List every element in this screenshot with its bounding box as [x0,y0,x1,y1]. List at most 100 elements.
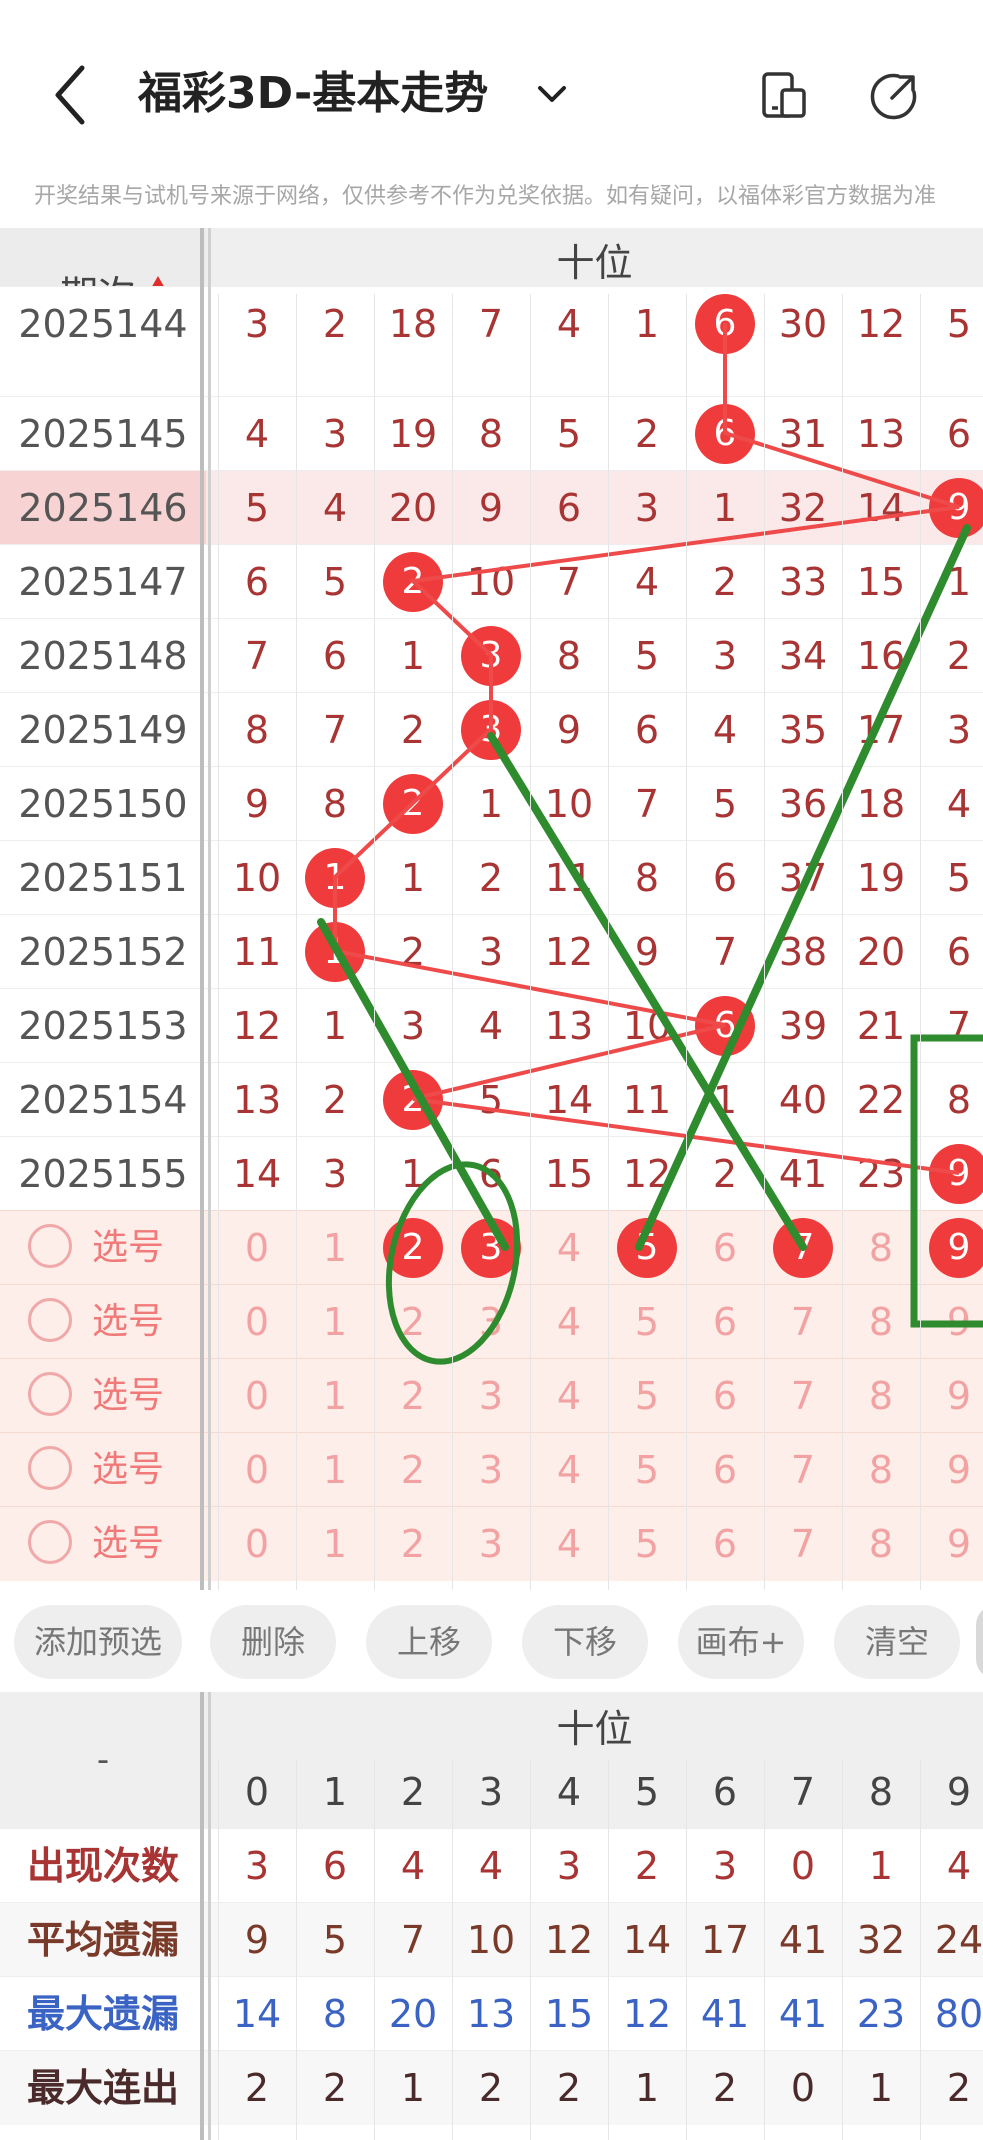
summary-value: 80 [934,1992,983,2036]
summary-digit-1: 1 [322,1770,348,1814]
summary-digit-6: 6 [712,1770,738,1814]
grid-line [920,294,921,1590]
summary-value: 1 [868,2066,894,2110]
toolbar-button[interactable]: 下移 [522,1605,648,1679]
summary-value: 17 [700,1918,750,1962]
summary-digit-8: 8 [868,1770,894,1814]
summary-value: 14 [232,1992,282,2036]
summary-row: 出现次数 3 6 4 4 3 2 3 0 1 4 [0,1828,983,1903]
summary-value: 41 [700,1992,750,2036]
green-box-mark [910,1034,983,1328]
grid-line [608,1760,609,2140]
summary-value: 41 [778,1992,828,2036]
summary-label: 最大连出 [26,2066,179,2110]
summary-value: 32 [856,1918,906,1962]
grid-line [374,294,375,1590]
summary-value: 8 [322,1992,348,2036]
summary-value: 4 [946,1844,972,1888]
toolbar-scroll-hint [976,1605,983,1679]
summary-group-tens: 十位 [556,1707,633,1751]
column-divider [200,228,204,1590]
summary-value: 3 [712,1844,738,1888]
summary-value: 4 [478,1844,504,1888]
toolbar-button[interactable]: 画布+ [678,1605,804,1679]
grid-line [686,1760,687,2140]
summary-value: 41 [778,1918,828,1962]
summary-corner: - [96,1740,110,1780]
toolbar-button[interactable]: 清空 [834,1605,960,1679]
summary-row: 平均遗漏 9 5 7 10 12 14 17 41 32 24 [0,1902,983,1977]
share-icon[interactable] [868,70,920,122]
summary-value: 23 [856,1992,906,2036]
summary-digit-5: 5 [634,1770,660,1814]
summary-value: 2 [712,2066,738,2110]
summary-digit-4: 4 [556,1770,582,1814]
summary-divider-2 [208,1692,211,2140]
grid-line [920,1760,921,2140]
toolbar-button[interactable]: 上移 [366,1605,492,1679]
toolbar-button[interactable]: 添加预选 [14,1605,182,1679]
grid-line [608,294,609,1590]
summary-value: 9 [244,1918,270,1962]
summary-value: 4 [400,1844,426,1888]
summary-value: 2 [478,2066,504,2110]
summary-value: 1 [400,2066,426,2110]
summary-value: 15 [544,1992,594,2036]
summary-value: 1 [634,2066,660,2110]
trend-table: 期次 十位 0123456789 20251443218741630125202… [0,228,983,1590]
page-title[interactable]: 福彩3D-基本走势 [138,62,488,126]
chevron-down-icon[interactable] [532,74,572,114]
summary-value: 0 [790,2066,816,2110]
grid-line [374,1760,375,2140]
summary-divider [200,1692,204,2140]
green-circle-mark [385,1161,521,1365]
grid-line [218,294,219,1590]
grid-line [842,294,843,1590]
grid-line [452,294,453,1590]
grid-line [686,294,687,1590]
grid-line [764,1760,765,2140]
grid-line [296,1760,297,2140]
summary-value: 10 [466,1918,516,1962]
summary-value: 12 [544,1918,594,1962]
green-arrow-line [635,524,971,1251]
summary-label: 最大遗漏 [26,1992,179,2036]
trend-overlay [317,323,983,1365]
summary-value: 7 [400,1918,426,1962]
summary-row: 最大连出 2 2 1 2 2 1 2 0 1 2 [0,2050,983,2125]
summary-digit-3: 3 [478,1770,504,1814]
summary-value: 2 [946,2066,972,2110]
app-header: 福彩3D-基本走势 [0,0,983,160]
summary-value: 2 [244,2066,270,2110]
column-divider-2 [208,228,211,1590]
device-switch-icon[interactable] [758,70,810,122]
summary-digit-2: 2 [400,1770,426,1814]
summary-value: 14 [622,1918,672,1962]
grid-line [530,1760,531,2140]
summary-value: 2 [634,1844,660,1888]
summary-value: 0 [790,1844,816,1888]
summary-row: 最大遗漏 14 8 20 13 15 12 41 41 23 80 [0,1976,983,2051]
summary-digit-9: 9 [946,1770,972,1814]
disclaimer-text: 开奖结果与试机号来源于网络，仅供参考不作为兑奖依据。如有疑问，以福体彩官方数据为… [34,184,937,209]
summary-value: 20 [388,1992,438,2036]
grid-line [842,1760,843,2140]
summary-digit-0: 0 [244,1770,270,1814]
grid-line [218,1760,219,2140]
toolbar-button[interactable]: 删除 [210,1605,336,1679]
summary-label: 平均遗漏 [26,1918,179,1962]
summary-table: - 十位 0123456789 出现次数 3 6 4 4 3 2 3 0 1 4 平均遗漏 9 5 7 10 1… [0,1692,983,2140]
summary-value: 2 [322,2066,348,2110]
summary-value: 6 [322,1844,348,1888]
back-arrow-icon[interactable] [44,60,104,130]
summary-value: 3 [556,1844,582,1888]
grid-line [530,294,531,1590]
summary-value: 1 [868,1844,894,1888]
summary-label: 出现次数 [26,1844,179,1888]
summary-value: 12 [622,1992,672,2036]
summary-value: 5 [322,1918,348,1962]
grid-line [764,294,765,1590]
summary-value: 2 [556,2066,582,2110]
grid-line [296,294,297,1590]
summary-digit-7: 7 [790,1770,816,1814]
